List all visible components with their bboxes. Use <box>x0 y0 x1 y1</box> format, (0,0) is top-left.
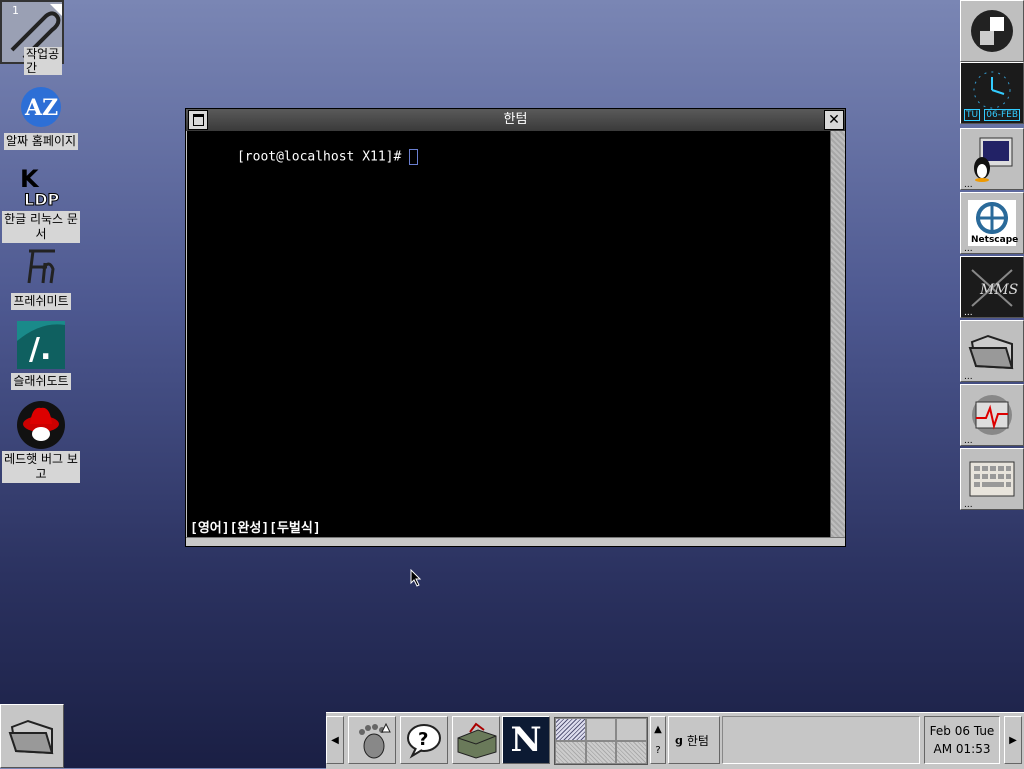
dock-xmms-tile[interactable]: MMS ... <box>960 256 1024 318</box>
desktop-icon-az[interactable]: AZ 알짜 홈페이지 <box>0 84 82 150</box>
tile-dots: ... <box>964 180 973 190</box>
clock-date: 06-FEB <box>984 109 1020 121</box>
gnome-foot-button[interactable] <box>348 716 396 764</box>
terminal-cursor <box>409 149 419 165</box>
workspace-2-cell[interactable] <box>585 718 617 741</box>
task-label: 한텀 <box>686 733 709 748</box>
desktop-icon-label: 프레쉬미트 <box>11 293 71 310</box>
desktop-icon-label: 레드햇 버그 보고 <box>2 451 80 483</box>
tile-dots: ... <box>964 436 973 446</box>
netscape-n-icon: N <box>510 720 542 760</box>
bottom-panel: ◀ ? N ▲ ? 𝗴 한텀 Feb 06 Tue AM 01:53 ▶ <box>326 712 1024 769</box>
dock-netscape-tile[interactable]: Netscape ... <box>960 192 1024 254</box>
desktop-icon-redhat[interactable]: 레드햇 버그 보고 <box>0 400 82 483</box>
workspace-label: 작업공간 <box>24 47 62 75</box>
terminal-scrollbar[interactable] <box>830 131 845 539</box>
clock-time-text: AM 01:53 <box>933 742 991 756</box>
workspace-3-cell[interactable] <box>616 718 647 741</box>
tile-dots: ... <box>964 500 973 510</box>
help-icon: ? <box>407 724 441 759</box>
xmms-icon: MMS <box>971 269 1018 307</box>
desktop-icon-freshmeat[interactable]: 프레쉬미트 <box>0 244 82 310</box>
tasklist-empty-area <box>722 716 920 764</box>
terminal-screen[interactable]: [root@localhost X11]# [영어][완성][두벌식] <box>187 131 832 539</box>
workspace-5-cell[interactable] <box>585 741 617 764</box>
close-icon: ✕ <box>828 112 840 128</box>
svg-text:/.: /. <box>29 332 51 367</box>
right-dock: TU 06-FEB ... Netscape ... MMS ... ... .… <box>960 0 1024 512</box>
tux-monitor-icon <box>974 137 1013 182</box>
svg-text:K: K <box>20 165 40 193</box>
desktop-icon-label: 슬래쉬도트 <box>11 373 71 390</box>
workspace-4-cell[interactable] <box>555 741 586 764</box>
window-menu-button[interactable] <box>188 110 208 130</box>
arrow-up-icon: ▲ <box>654 724 662 735</box>
folder-icon <box>8 719 54 755</box>
redhat-icon <box>16 400 66 450</box>
terminal-prompt: [root@localhost X11]# <box>236 149 410 165</box>
dock-monitor-tile[interactable]: ... <box>960 384 1024 446</box>
workspace-1-cell[interactable] <box>555 718 586 741</box>
netscape-label: Netscape <box>971 235 1019 245</box>
pager-arrows[interactable]: ▲ ? <box>650 716 666 764</box>
toolbox-icon <box>457 722 497 759</box>
dock-tux-tile[interactable]: ... <box>960 128 1024 190</box>
svg-text:AZ: AZ <box>24 95 58 121</box>
folder-icon <box>968 334 1014 370</box>
dock-gnome-tile[interactable] <box>960 0 1024 62</box>
keyboard-icon <box>969 461 1015 497</box>
kldp-icon: K LDP <box>18 164 64 210</box>
desktop-icon-kldp[interactable]: K LDP 한글 리눅스 문서 <box>0 164 82 243</box>
workspace-pager[interactable]: 1 작업공간 <box>0 0 64 75</box>
tile-dots: ... <box>964 308 973 318</box>
gnome-icon <box>971 10 1013 52</box>
dock-keyboard-tile[interactable]: ... <box>960 448 1024 510</box>
tile-dots: ... <box>964 244 973 254</box>
az-icon: AZ <box>18 84 64 130</box>
arrow-left-icon: ◀ <box>331 734 339 746</box>
toolbox-button[interactable] <box>452 716 500 764</box>
workspace-6-cell[interactable] <box>616 741 647 764</box>
svg-text:?: ? <box>418 729 428 750</box>
bottom-folder-button[interactable] <box>0 704 64 768</box>
svg-text:LDP: LDP <box>24 190 59 209</box>
mouse-pointer-icon <box>410 569 422 587</box>
desktop-icon-label: 알짜 홈페이지 <box>3 133 79 150</box>
terminal-window[interactable]: 한텀 ✕ [root@localhost X11]# [영어][완성][두벌식] <box>185 108 846 547</box>
panel-clock[interactable]: Feb 06 Tue AM 01:53 <box>924 716 1000 764</box>
close-button[interactable]: ✕ <box>824 110 844 130</box>
svg-text:MMS: MMS <box>979 282 1018 298</box>
terminal-bottom-edge <box>186 537 845 546</box>
help-button[interactable]: ? <box>400 716 448 764</box>
terminal-title: 한텀 <box>503 112 528 127</box>
slashdot-icon: /. <box>16 320 66 370</box>
workspace-switcher[interactable] <box>554 717 648 765</box>
task-gnome-icon: 𝗴 <box>675 733 683 747</box>
question-icon: ? <box>655 745 661 756</box>
freshmeat-icon <box>18 244 64 290</box>
monitor-icon <box>972 395 1012 435</box>
task-button-hanterm[interactable]: 𝗴 한텀 <box>668 716 720 764</box>
gnome-foot-icon <box>359 722 391 759</box>
desktop-icon-slashdot[interactable]: /. 슬래쉬도트 <box>0 320 82 390</box>
netscape-launcher-button[interactable]: N <box>502 716 550 764</box>
clock-date-text: Feb 06 Tue <box>929 724 995 738</box>
tile-dots: ... <box>964 372 973 382</box>
terminal-titlebar[interactable]: 한텀 ✕ <box>186 109 845 131</box>
arrow-right-icon: ▶ <box>1009 734 1017 746</box>
terminal-status-line: [영어][완성][두벌식] <box>190 521 321 536</box>
desktop-icon-label: 한글 리눅스 문서 <box>2 211 80 243</box>
panel-hide-left-button[interactable]: ◀ <box>326 716 344 764</box>
clock-day: TU <box>964 109 981 121</box>
window-menu-icon <box>192 114 204 126</box>
dock-clock-tile[interactable]: TU 06-FEB <box>960 62 1024 124</box>
dock-folder-tile[interactable]: ... <box>960 320 1024 382</box>
panel-hide-right-button[interactable]: ▶ <box>1004 716 1022 764</box>
